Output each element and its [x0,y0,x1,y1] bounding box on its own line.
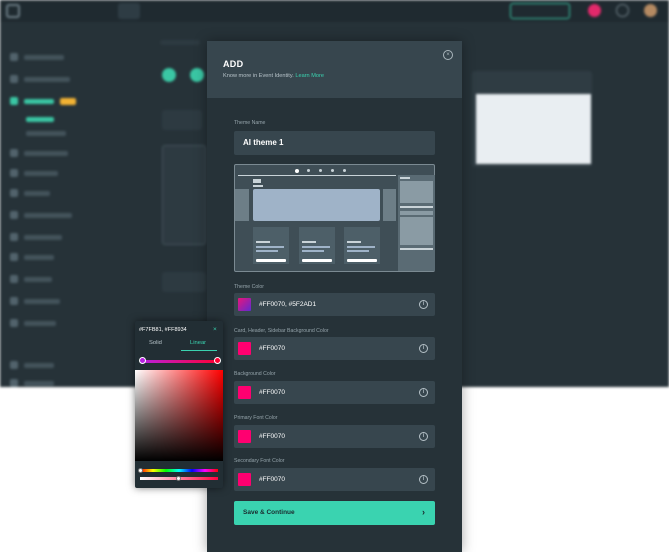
step-icon [162,68,176,82]
theme-name-value: AI theme 1 [243,138,284,147]
close-icon[interactable]: × [443,50,453,60]
gradient-track[interactable] [141,360,218,363]
sidebar-item[interactable] [10,168,58,178]
theme-color-label: Theme Color [234,284,264,290]
help-icon[interactable] [616,4,629,17]
add-theme-modal: ADD Know more in Event Identity. Learn M… [207,41,462,552]
picker-value: #F7FB81, #FF8934 [139,327,187,333]
publish-button[interactable] [510,3,570,19]
carousel-dot [319,169,322,172]
sidebar-subitem[interactable] [26,128,66,138]
carousel-dot-active [295,169,299,173]
card-bg-color-label: Card, Header, Sidebar Background Color [234,328,329,334]
secondary-font-color-value: #FF0070 [259,476,286,483]
preview-card [344,227,380,264]
hue-slider[interactable] [140,469,218,472]
modal-title: ADD [223,59,244,69]
preview-divider [238,175,396,176]
theme-preview [234,164,435,272]
theme-color-swatch[interactable] [238,298,251,311]
primary-font-color-value: #FF0070 [259,433,286,440]
sidebar-item[interactable] [10,318,56,328]
tab-underline [181,350,217,351]
notification-icon[interactable] [588,4,601,17]
sidebar [0,22,110,387]
gradient-stop-handle[interactable] [139,357,146,364]
preview-right-panel [398,175,435,271]
saturation-value-area[interactable] [135,370,223,461]
sidebar-item[interactable] [10,188,50,198]
design-preview-image [476,94,591,164]
info-icon[interactable]: i [419,475,428,484]
primary-font-color-label: Primary Font Color [234,415,278,421]
carousel-dot [331,169,334,172]
info-icon[interactable]: i [419,388,428,397]
background-color-label: Background Color [234,371,276,377]
sidebar-item[interactable] [10,296,60,306]
theme-name-input[interactable]: AI theme 1 [234,131,435,155]
background-color-field[interactable]: #FF0070 i [234,381,435,404]
modal-subtitle: Know more in Event Identity. Learn More [223,73,324,79]
preview-side-slide [235,189,249,221]
sidebar-item-active[interactable] [10,96,76,106]
tab-solid[interactable]: Solid [149,340,162,346]
step-icon [190,68,204,82]
sidebar-item[interactable] [10,52,64,62]
sidebar-item[interactable] [10,210,72,220]
info-icon[interactable]: i [419,432,428,441]
card-bg-color-value: #FF0070 [259,345,286,352]
preview-hero [253,189,380,221]
secondary-font-color-label: Secondary Font Color [234,458,285,464]
carousel-dot [307,169,310,172]
alpha-slider-handle[interactable] [176,476,181,481]
color-picker-popover: #F7FB81, #FF8934 × Solid Linear [135,321,223,488]
card-bg-color-swatch[interactable] [238,342,251,355]
theme-card[interactable] [162,145,206,245]
sidebar-item[interactable] [10,360,54,370]
sidebar-item[interactable] [10,274,52,284]
card-bg-color-field[interactable]: #FF0070 i [234,337,435,360]
app-topbar [0,0,669,22]
hue-slider-handle[interactable] [138,468,143,473]
primary-font-color-field[interactable]: #FF0070 i [234,425,435,448]
sidebar-subitem[interactable] [26,114,54,124]
modal-subtitle-text: Know more in Event Identity. [223,73,294,79]
save-continue-button[interactable]: Save & Continue › [234,501,435,525]
chevron-right-icon: › [422,507,425,517]
logo-icon [6,4,20,18]
primary-section [162,272,206,292]
close-icon[interactable]: × [213,326,217,333]
sidebar-item[interactable] [10,148,68,158]
info-icon[interactable]: i [419,344,428,353]
sidebar-item[interactable] [10,378,54,388]
avatar[interactable] [644,4,657,17]
theme-color-field[interactable]: #FF0070, #5F2AD1 i [234,293,435,316]
preview-card [253,227,289,264]
menu-button[interactable] [118,3,140,19]
themes-heading [162,110,202,130]
gradient-stop-handle[interactable] [214,357,221,364]
background-color-swatch[interactable] [238,386,251,399]
breadcrumb [160,40,200,45]
background-color-value: #FF0070 [259,389,286,396]
learn-more-link[interactable]: Learn More [295,73,324,79]
page: ADD Know more in Event Identity. Learn M… [0,0,669,552]
modal-header: ADD Know more in Event Identity. Learn M… [207,41,462,98]
primary-font-color-swatch[interactable] [238,430,251,443]
info-icon[interactable]: i [419,300,428,309]
carousel-dot [343,169,346,172]
sidebar-item[interactable] [10,252,54,262]
theme-color-value: #FF0070, #5F2AD1 [259,301,317,308]
theme-name-label: Theme Name [234,120,266,126]
preview-card [299,227,335,264]
preview-logo [253,179,261,183]
sidebar-item[interactable] [10,232,62,242]
secondary-font-color-field[interactable]: #FF0070 i [234,468,435,491]
preview-line [253,185,263,187]
sidebar-item[interactable] [10,74,70,84]
save-continue-label: Save & Continue [243,509,295,516]
secondary-font-color-swatch[interactable] [238,473,251,486]
tab-linear[interactable]: Linear [190,340,206,346]
preview-side-slide [383,189,396,221]
